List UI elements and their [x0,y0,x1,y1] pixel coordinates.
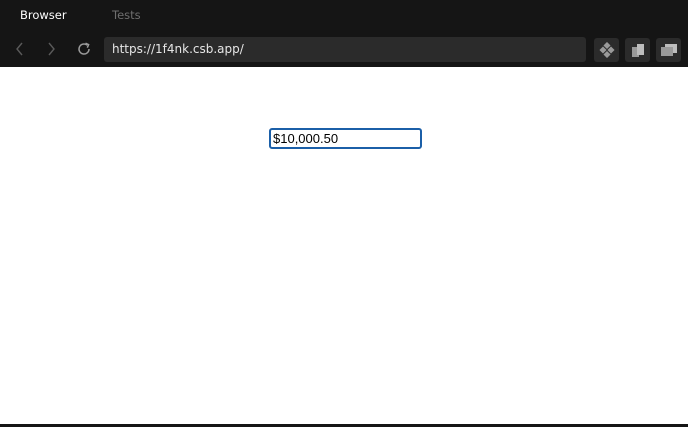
refresh-icon [78,42,90,55]
tab-browser[interactable]: Browser [20,8,67,22]
amount-input[interactable] [269,128,422,149]
forward-button[interactable] [41,39,61,59]
open-new-window-button[interactable] [625,38,650,62]
chevron-left-icon [16,42,23,56]
preview-viewport [0,67,688,424]
codesandbox-button[interactable] [594,38,619,62]
address-bar[interactable]: https://1f4nk.csb.app/ [104,37,586,62]
browser-nav-bar: https://1f4nk.csb.app/ [0,31,688,67]
open-new-window-icon [631,44,644,57]
preview-tab-bar: Browser Tests [0,0,688,31]
chevron-right-icon [48,42,55,56]
refresh-button[interactable] [74,39,94,59]
tab-tests[interactable]: Tests [112,8,141,22]
devtools-icon [660,44,677,56]
back-button[interactable] [10,39,30,59]
devtools-button[interactable] [656,38,681,62]
codesandbox-logo-icon [598,42,615,58]
